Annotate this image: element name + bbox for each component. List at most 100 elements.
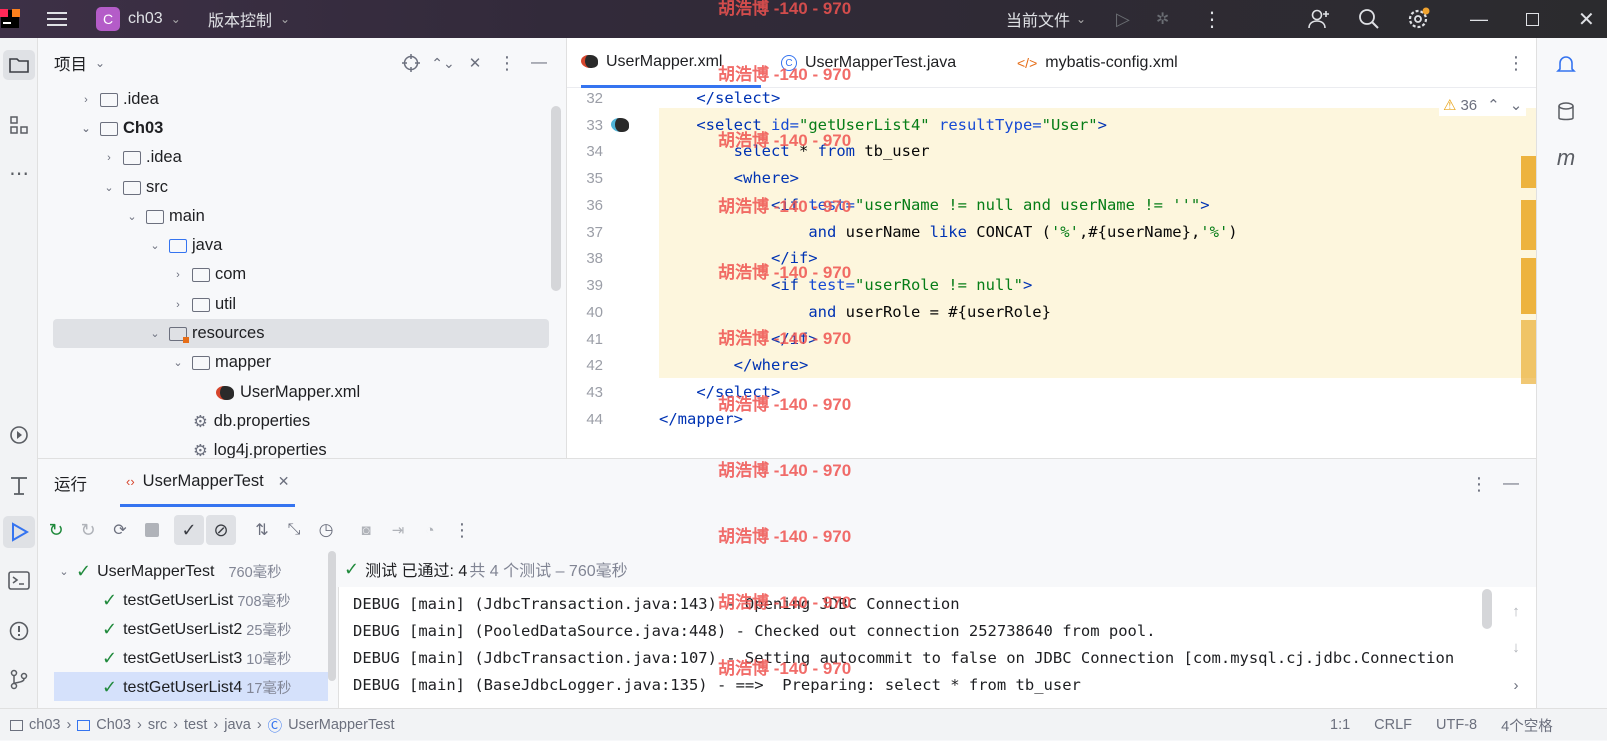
- rerun-icon[interactable]: ↻: [42, 516, 70, 544]
- run-config-selector[interactable]: 当前文件 ⌄: [1006, 0, 1086, 38]
- chevron-down-icon: ⌄: [81, 123, 91, 135]
- line-number: 37: [586, 224, 603, 241]
- stop-icon[interactable]: [138, 516, 166, 544]
- debug-icon[interactable]: ✲: [1156, 0, 1169, 38]
- tree-item[interactable]: › .idea: [101, 143, 182, 172]
- breadcrumb-item[interactable]: src: [148, 717, 167, 733]
- tree-item[interactable]: › util: [170, 290, 236, 319]
- inspection-widget[interactable]: ⚠ 36 ⌃ ⌄: [1439, 94, 1527, 116]
- run-icon[interactable]: ▷: [1116, 0, 1130, 38]
- maximize-icon[interactable]: [1526, 0, 1539, 38]
- file-encoding[interactable]: UTF-8: [1436, 717, 1477, 733]
- structure-tool-icon[interactable]: [0, 110, 38, 140]
- warning-marker[interactable]: [1521, 258, 1537, 314]
- database-icon[interactable]: [1551, 100, 1581, 124]
- expand-all-icon[interactable]: ⌃⌄: [431, 52, 454, 74]
- warning-marker[interactable]: [1521, 156, 1537, 188]
- tree-item[interactable]: ⌄ main: [124, 202, 204, 231]
- tab-usermapper-xml[interactable]: UserMapper.xml: [581, 38, 761, 88]
- add-user-icon[interactable]: [1308, 0, 1330, 38]
- screenshot-icon[interactable]: ◙: [352, 516, 380, 544]
- chevron-right-icon[interactable]: ›: [1506, 675, 1526, 695]
- sort-icon[interactable]: ⇅: [248, 516, 276, 544]
- more-icon[interactable]: ⋮: [448, 516, 476, 544]
- toggle-auto-test-icon[interactable]: ⟳: [106, 516, 134, 544]
- hide-panel-icon[interactable]: —: [528, 52, 550, 74]
- tab-options-icon[interactable]: ⋮: [1507, 38, 1525, 88]
- test-tree-scrollbar[interactable]: [328, 551, 336, 681]
- warning-marker[interactable]: [1521, 200, 1537, 250]
- close-icon[interactable]: ✕: [278, 473, 290, 490]
- test-history-icon[interactable]: ◷: [312, 516, 340, 544]
- maven-icon[interactable]: m: [1551, 145, 1581, 170]
- breadcrumb-item[interactable]: test: [184, 717, 207, 733]
- options-icon[interactable]: ⋮: [496, 52, 518, 74]
- tab-mybatis-config-xml[interactable]: </> mybatis-config.xml: [1017, 38, 1178, 88]
- close-icon[interactable]: ✕: [1578, 0, 1595, 38]
- tree-item[interactable]: › .idea: [78, 88, 159, 114]
- project-tool-icon[interactable]: [3, 50, 35, 80]
- coverage-icon[interactable]: ◔: [416, 516, 444, 544]
- breadcrumb-item[interactable]: java: [224, 717, 251, 733]
- scroll-down-icon[interactable]: ↓: [1506, 637, 1526, 657]
- project-panel-title[interactable]: 项目 ⌄: [54, 38, 105, 88]
- console-output[interactable]: DEBUG [main] (JdbcTransaction.java:143) …: [338, 587, 1536, 709]
- more-tools-icon[interactable]: ⋯: [0, 158, 38, 188]
- line-separator[interactable]: CRLF: [1374, 717, 1412, 733]
- tree-item[interactable]: ⌄ resources: [147, 319, 264, 348]
- tree-item[interactable]: ⚙ db.properties: [193, 407, 310, 436]
- hide-run-panel-icon[interactable]: —: [1500, 473, 1522, 495]
- tree-item[interactable]: ⌄ mapper: [170, 348, 271, 377]
- test-row[interactable]: ✓ testGetUserList3 10毫秒: [102, 644, 291, 673]
- rerun-failed-icon[interactable]: ↻: [74, 516, 102, 544]
- status-widgets: 1:1 CRLF UTF-8 4个空格: [1330, 709, 1553, 741]
- test-row[interactable]: ✓ testGetUserList4 17毫秒: [102, 673, 291, 702]
- git-tool-icon[interactable]: [0, 664, 38, 694]
- tab-usermappertest-run[interactable]: ‹› UserMapperTest ✕: [120, 459, 296, 507]
- more-actions-icon[interactable]: ⋮: [1202, 0, 1222, 38]
- export-icon[interactable]: ⇥: [384, 516, 412, 544]
- import-tests-icon[interactable]: ⤡: [280, 516, 308, 544]
- tree-item[interactable]: ⌄ java: [147, 231, 222, 260]
- chevron-up-icon[interactable]: ⌃: [1487, 96, 1500, 114]
- terminal-tool-icon[interactable]: [0, 566, 38, 596]
- caret-position[interactable]: 1:1: [1330, 717, 1350, 733]
- breadcrumb-item[interactable]: ch03: [29, 717, 60, 733]
- main-menu-icon[interactable]: [46, 0, 68, 38]
- minimize-icon[interactable]: —: [1470, 0, 1488, 38]
- tree-item[interactable]: › com: [170, 260, 246, 289]
- tree-item[interactable]: UserMapper.xml: [216, 378, 360, 407]
- run-tool-icon[interactable]: [3, 516, 35, 548]
- vcs-menu[interactable]: 版本控制 ⌄: [208, 0, 290, 38]
- scroll-up-icon[interactable]: ↑: [1506, 601, 1526, 621]
- warning-marker[interactable]: [1521, 320, 1537, 384]
- project-switcher[interactable]: C ch03 ⌄: [96, 0, 181, 38]
- chevron-down-icon[interactable]: ⌄: [1510, 96, 1523, 114]
- project-tree-scrollbar[interactable]: [551, 106, 561, 291]
- show-ignored-icon[interactable]: ⊘: [206, 515, 236, 545]
- chevron-down-icon: ⌄: [59, 566, 69, 578]
- collapse-all-icon[interactable]: ✕: [464, 52, 486, 74]
- tree-item[interactable]: ⌄ Ch03: [78, 114, 163, 143]
- test-row[interactable]: ✓ testGetUserList2 25毫秒: [102, 615, 291, 644]
- locate-icon[interactable]: [400, 52, 422, 74]
- mybatis-gutter-icon[interactable]: [611, 118, 629, 132]
- notifications-icon[interactable]: [1551, 52, 1581, 76]
- breadcrumb-item[interactable]: Ch03: [96, 717, 131, 733]
- test-suite-row[interactable]: ⌄ ✓ UserMapperTest 760毫秒: [56, 557, 281, 586]
- tree-item[interactable]: ⌄ src: [101, 173, 168, 202]
- search-icon[interactable]: [1358, 0, 1380, 38]
- show-passed-icon[interactable]: ✓: [174, 515, 204, 545]
- indent-setting[interactable]: 4个空格: [1501, 715, 1553, 736]
- run-options-icon[interactable]: ⋮: [1468, 473, 1490, 495]
- console-scrollbar[interactable]: [1482, 589, 1492, 629]
- app-logo-icon[interactable]: [0, 0, 26, 38]
- tab-usermappertest-java[interactable]: C UserMapperTest.java: [781, 38, 956, 88]
- settings-icon[interactable]: [1407, 0, 1431, 38]
- code-area[interactable]: </select> <select id="getUserList4" resu…: [659, 88, 1537, 458]
- build-tool-icon[interactable]: [0, 470, 38, 500]
- test-row[interactable]: ✓ testGetUserList 708毫秒: [102, 586, 291, 615]
- breadcrumb-item[interactable]: UserMapperTest: [288, 717, 394, 733]
- services-tool-icon[interactable]: [0, 420, 38, 450]
- problems-tool-icon[interactable]: [0, 616, 38, 646]
